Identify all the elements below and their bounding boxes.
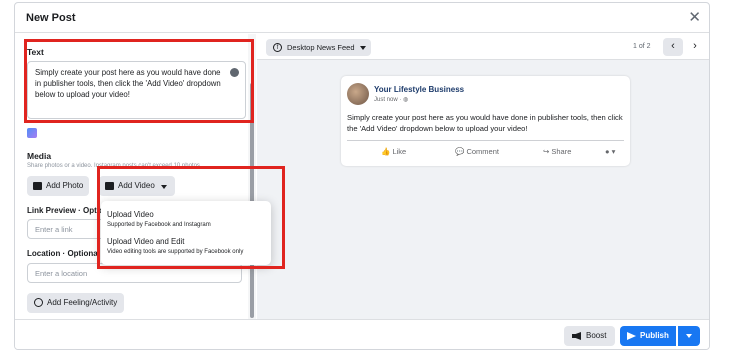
- add-feeling-label: Add Feeling/Activity: [47, 298, 118, 307]
- location-label: Location · Optional: [27, 249, 100, 258]
- boost-label: Boost: [586, 331, 607, 340]
- placement-select-label: Desktop News Feed: [287, 43, 355, 52]
- facebook-icon: f: [273, 43, 282, 52]
- placement-select[interactable]: f Desktop News Feed: [266, 39, 371, 56]
- media-label: Media: [27, 151, 52, 161]
- megaphone-icon: [572, 332, 581, 340]
- chevron-down-icon: [359, 46, 366, 50]
- chevron-left-icon[interactable]: ‹: [663, 38, 683, 56]
- ai-assist-icon[interactable]: [27, 128, 37, 138]
- avatar: [347, 83, 369, 105]
- dialog-footer: Boost Publish: [15, 319, 709, 349]
- highlight-video-box: [97, 166, 285, 269]
- post-action-bar: 👍 Like 💬 Comment ↪ Share ● ▾: [347, 140, 624, 162]
- new-post-dialog: New Post ✕ Text Simply create your post …: [14, 2, 710, 350]
- photo-icon: [33, 182, 42, 190]
- dialog-title: New Post: [26, 12, 76, 24]
- preview-pager: 1 of 2: [633, 43, 651, 50]
- add-photo-label: Add Photo: [46, 181, 84, 190]
- share-button[interactable]: ↪ Share: [543, 147, 571, 156]
- comment-button[interactable]: 💬 Comment: [455, 147, 499, 156]
- preview-panel: f Desktop News Feed 1 of 2 ‹ › Your Life…: [257, 34, 709, 319]
- share-label: Share: [551, 147, 572, 156]
- like-label: Like: [392, 147, 407, 156]
- publish-label: Publish: [640, 331, 669, 340]
- chevron-down-icon: [686, 334, 692, 338]
- close-icon[interactable]: ✕: [688, 8, 701, 26]
- post-timestamp: Just now · ◍: [374, 97, 409, 103]
- dialog-header: New Post ✕: [15, 3, 709, 33]
- preview-toolbar: f Desktop News Feed 1 of 2 ‹ ›: [257, 34, 709, 60]
- smile-icon: [34, 298, 43, 307]
- add-feeling-button[interactable]: Add Feeling/Activity: [27, 293, 125, 313]
- publish-options-button[interactable]: [678, 326, 700, 346]
- audience-select[interactable]: ● ▾: [605, 147, 615, 156]
- highlight-text-box: [24, 39, 254, 123]
- add-photo-button[interactable]: Add Photo: [27, 176, 90, 196]
- comment-label: Comment: [466, 147, 499, 156]
- boost-button[interactable]: Boost: [564, 326, 616, 346]
- chevron-right-icon[interactable]: ›: [685, 38, 705, 56]
- page-name[interactable]: Your Lifestyle Business: [374, 85, 464, 94]
- publish-button[interactable]: Publish: [620, 326, 676, 346]
- post-preview-card: Your Lifestyle Business Just now · ◍ Sim…: [341, 76, 630, 166]
- like-button[interactable]: 👍 Like: [381, 147, 406, 156]
- send-icon: [627, 332, 636, 340]
- post-preview-text: Simply create your post here as you woul…: [347, 113, 623, 133]
